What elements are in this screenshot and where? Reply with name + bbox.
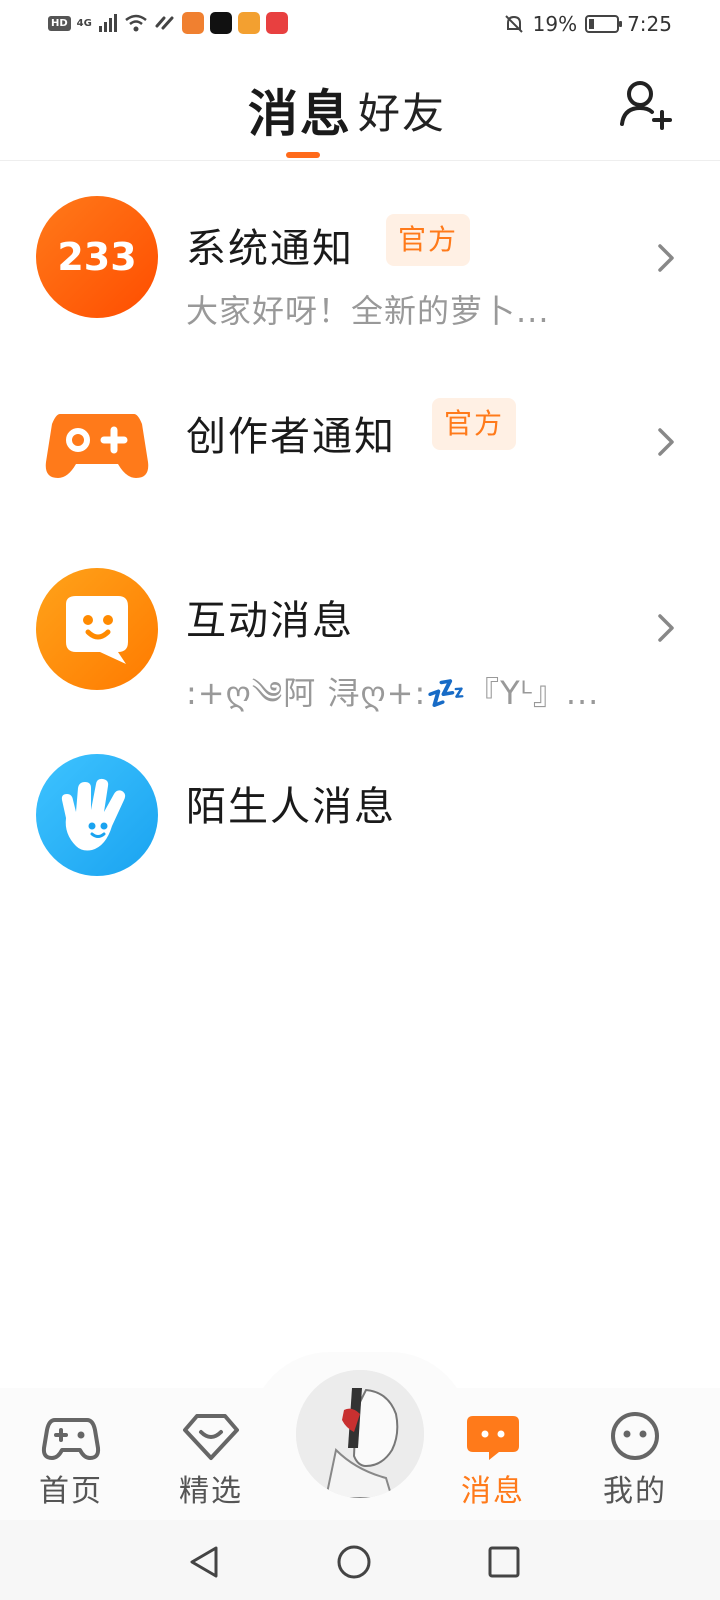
face-icon <box>611 1412 659 1460</box>
message-bubble-icon <box>467 1416 519 1460</box>
tab-friends[interactable]: 好友 <box>358 80 446 141</box>
mute-bell-icon <box>504 15 523 33</box>
home-circle-icon[interactable] <box>334 1542 374 1582</box>
avatar[interactable] <box>296 1370 424 1498</box>
app-notification-icon-2 <box>237 12 260 34</box>
wave-hand-icon <box>36 754 158 876</box>
chevron-right-icon <box>658 428 674 456</box>
battery-fill <box>589 19 595 29</box>
status-bar: HD 4G 19% 7:25 <box>0 0 720 48</box>
status-left: HD 4G <box>48 12 288 34</box>
nav-profile[interactable]: 我的 <box>580 1408 690 1510</box>
smile-bubble-icon <box>36 568 158 690</box>
message-item-interaction[interactable]: 互动消息 :+ღ༄阿 浔ღ+:💤『Yᴸ』... <box>0 554 720 734</box>
nav-featured[interactable]: 精选 <box>156 1408 266 1510</box>
tab-messages[interactable]: 消息 <box>248 74 352 146</box>
message-title: 互动消息 <box>186 598 354 644</box>
message-item-creator[interactable]: 创作者通知 官方 <box>0 364 720 544</box>
status-right: 19% 7:25 <box>503 12 672 36</box>
message-item-system[interactable]: 233 系统通知 官方 大家好呀！全新的萝卜... <box>0 176 720 356</box>
message-title: 系统通知 <box>186 226 354 272</box>
gamepad-icon <box>41 1418 101 1460</box>
official-badge: 官方 <box>386 214 471 266</box>
chevron-right-icon <box>658 244 674 272</box>
wifi-icon <box>125 14 147 32</box>
battery-icon <box>585 15 623 33</box>
system-nav-bar <box>0 1520 720 1600</box>
heart-diamond-icon <box>183 1414 239 1460</box>
nav-label: 精选 <box>179 1474 243 1509</box>
message-item-stranger[interactable]: 陌生人消息 <box>0 740 720 920</box>
nav-home[interactable]: 首页 <box>16 1408 126 1510</box>
nav-messages[interactable]: 消息 <box>438 1408 548 1510</box>
app-notification-icon-1 <box>181 12 204 34</box>
233-logo: 233 <box>36 196 158 318</box>
recents-square-icon[interactable] <box>484 1542 524 1582</box>
link-icon <box>155 16 174 30</box>
message-preview: 大家好呀！全新的萝卜... <box>186 292 550 330</box>
chevron-right-icon <box>658 614 674 642</box>
battery-percent: 19% <box>532 12 578 36</box>
nav-label: 首页 <box>39 1474 103 1509</box>
header: 消息 好友 <box>0 48 720 161</box>
clock: 7:25 <box>627 12 672 36</box>
message-title: 陌生人消息 <box>186 784 396 830</box>
add-user-icon[interactable] <box>618 76 674 132</box>
signal-icon <box>98 14 117 32</box>
nav-label: 我的 <box>603 1474 667 1509</box>
back-icon[interactable] <box>184 1542 224 1582</box>
active-tab-indicator <box>286 152 320 158</box>
tiktok-icon <box>209 12 232 34</box>
message-title: 创作者通知 <box>186 414 396 460</box>
gamepad-icon <box>36 380 158 502</box>
network-label: 4G <box>76 17 92 29</box>
nav-label: 消息 <box>461 1474 525 1509</box>
svg-text:233: 233 <box>57 235 136 279</box>
message-preview: :+ღ༄阿 浔ღ+:💤『Yᴸ』... <box>186 674 600 712</box>
app-notification-icon-3 <box>265 12 288 34</box>
hd-badge: HD <box>48 15 71 31</box>
official-badge: 官方 <box>432 398 517 450</box>
